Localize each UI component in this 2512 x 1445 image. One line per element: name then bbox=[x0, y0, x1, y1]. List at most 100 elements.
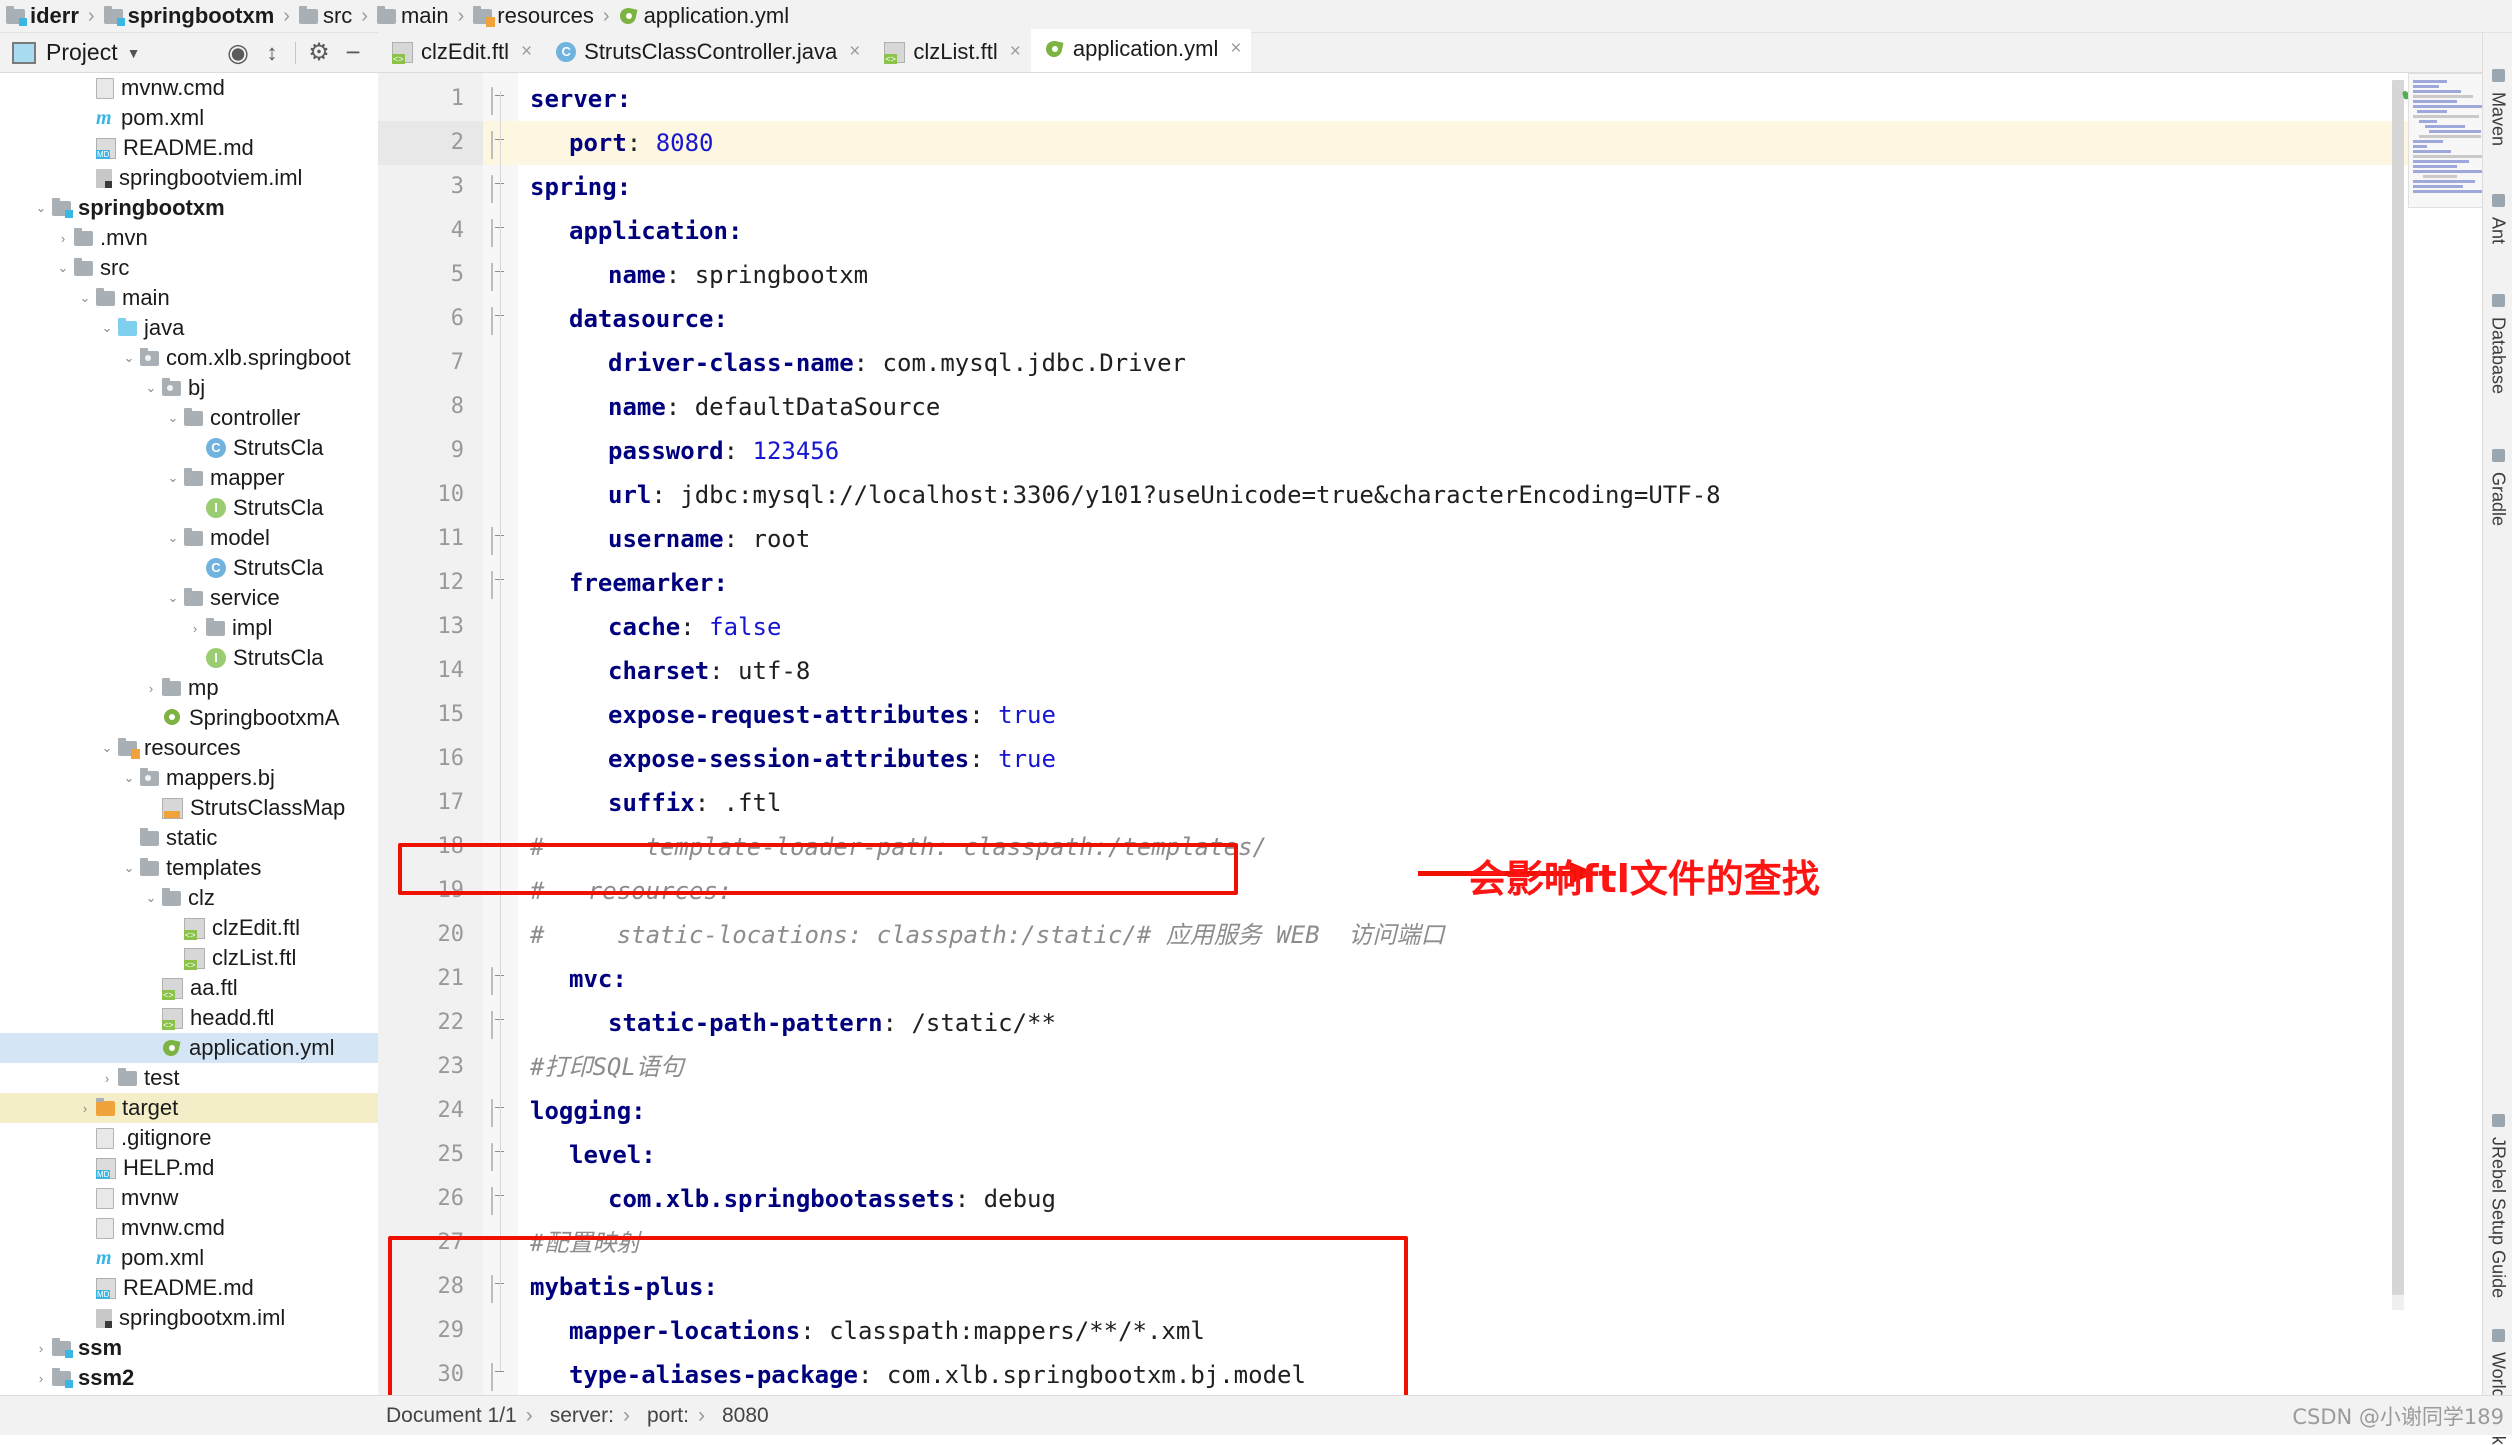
chevron-down-icon[interactable]: ⌄ bbox=[118, 860, 140, 876]
tree-item-templates[interactable]: ⌄templates bbox=[0, 853, 378, 883]
fold-toggle-icon[interactable] bbox=[491, 1144, 511, 1164]
fold-toggle-icon[interactable] bbox=[491, 132, 511, 152]
chevron-down-icon[interactable]: ⌄ bbox=[52, 260, 74, 276]
tree-item-main[interactable]: ⌄main bbox=[0, 283, 378, 313]
code-line[interactable]: 12freemarker: bbox=[378, 561, 2512, 605]
tree-item-readme-md[interactable]: ·README.md bbox=[0, 133, 378, 163]
editor-tab-clzedit-ftl[interactable]: clzEdit.ftl× bbox=[378, 32, 542, 72]
tree-item-model[interactable]: ⌄model bbox=[0, 523, 378, 553]
code-line[interactable]: 9password: 123456 bbox=[378, 429, 2512, 473]
chevron-down-icon[interactable]: ⌄ bbox=[162, 470, 184, 486]
tree-item-mvnw-cmd[interactable]: ·mvnw.cmd bbox=[0, 73, 378, 103]
tree-item-pom-xml[interactable]: ·mpom.xml bbox=[0, 103, 378, 133]
code-line[interactable]: 25level: bbox=[378, 1133, 2512, 1177]
tree-item-pom-xml[interactable]: ·mpom.xml bbox=[0, 1243, 378, 1273]
editor-scrollbar-thumb[interactable] bbox=[2392, 80, 2404, 1295]
tree-item-springbootxm-iml[interactable]: ·springbootxm.iml bbox=[0, 1303, 378, 1333]
fold-toggle-icon[interactable] bbox=[491, 968, 511, 988]
close-icon[interactable]: × bbox=[1010, 41, 1021, 63]
chevron-right-icon[interactable]: › bbox=[74, 1101, 96, 1116]
tree-item-clz[interactable]: ⌄clz bbox=[0, 883, 378, 913]
code-line[interactable]: 10url: jdbc:mysql://localhost:3306/y101?… bbox=[378, 473, 2512, 517]
chevron-right-icon[interactable]: › bbox=[30, 1371, 52, 1386]
breadcrumb-item-resources[interactable]: resources bbox=[471, 0, 596, 33]
right-toolbar-item-database[interactable]: Database bbox=[2483, 288, 2512, 394]
code-line[interactable]: 1server: bbox=[378, 77, 2512, 121]
code-line[interactable]: 3spring: bbox=[378, 165, 2512, 209]
code-line[interactable]: 13cache: false bbox=[378, 605, 2512, 649]
tree-item-impl[interactable]: ›impl bbox=[0, 613, 378, 643]
right-toolbar-item-ant[interactable]: Ant bbox=[2483, 188, 2512, 244]
code-line[interactable]: 24logging: bbox=[378, 1089, 2512, 1133]
status-part[interactable]: 8080 bbox=[722, 1404, 769, 1428]
code-line[interactable]: 6datasource: bbox=[378, 297, 2512, 341]
editor-tab-strutsclasscontroller-java[interactable]: CStrutsClassController.java× bbox=[542, 32, 870, 72]
status-part[interactable]: Document 1/1 bbox=[386, 1404, 517, 1428]
tree-item--mvn[interactable]: ›.mvn bbox=[0, 223, 378, 253]
chevron-down-icon[interactable]: ⌄ bbox=[162, 590, 184, 606]
chevron-down-icon[interactable]: ⌄ bbox=[140, 380, 162, 396]
chevron-down-icon[interactable]: ⌄ bbox=[118, 350, 140, 366]
tree-item-strutscla[interactable]: ·IStrutsCla bbox=[0, 493, 378, 523]
chevron-down-icon[interactable]: ⌄ bbox=[96, 740, 118, 756]
code-line[interactable]: 5name: springbootxm bbox=[378, 253, 2512, 297]
tree-item--gitignore[interactable]: ·.gitignore bbox=[0, 1123, 378, 1153]
tree-item-mvnw-cmd[interactable]: ·mvnw.cmd bbox=[0, 1213, 378, 1243]
tree-item-ssm[interactable]: ›ssm bbox=[0, 1333, 378, 1363]
fold-toggle-icon[interactable] bbox=[491, 1100, 511, 1120]
tree-item-springbootxm[interactable]: ⌄springbootxm bbox=[0, 193, 378, 223]
editor-tabs[interactable]: clzEdit.ftl×CStrutsClassController.java×… bbox=[378, 33, 2512, 73]
chevron-down-icon[interactable]: ⌄ bbox=[118, 770, 140, 786]
fold-toggle-icon[interactable] bbox=[491, 1188, 511, 1208]
close-icon[interactable]: × bbox=[521, 41, 532, 63]
tree-item-service[interactable]: ⌄service bbox=[0, 583, 378, 613]
code-line[interactable]: 2port: 8080 bbox=[378, 121, 2512, 165]
chevron-down-icon[interactable]: ⌄ bbox=[162, 530, 184, 546]
fold-toggle-icon[interactable] bbox=[491, 1012, 511, 1032]
tree-item-strutsclassmap[interactable]: ·StrutsClassMap bbox=[0, 793, 378, 823]
code-line[interactable]: 17suffix: .ftl bbox=[378, 781, 2512, 825]
fold-toggle-icon[interactable] bbox=[491, 264, 511, 284]
breadcrumb-item-iderr[interactable]: iderr bbox=[4, 0, 81, 33]
tree-item-static[interactable]: ·static bbox=[0, 823, 378, 853]
chevron-down-icon[interactable]: ⌄ bbox=[96, 320, 118, 336]
code-line[interactable]: 15expose-request-attributes: true bbox=[378, 693, 2512, 737]
tree-item-resources[interactable]: ⌄resources bbox=[0, 733, 378, 763]
fold-toggle-icon[interactable] bbox=[491, 308, 511, 328]
editor-tab-clzlist-ftl[interactable]: clzList.ftl× bbox=[870, 32, 1030, 72]
tree-item-readme-md[interactable]: ·README.md bbox=[0, 1273, 378, 1303]
tree-item-mapper[interactable]: ⌄mapper bbox=[0, 463, 378, 493]
breadcrumb-item-springbootxm[interactable]: springbootxm bbox=[102, 0, 277, 33]
tree-item-test[interactable]: ›test bbox=[0, 1063, 378, 1093]
chevron-down-icon[interactable]: ▼ bbox=[127, 45, 141, 61]
tree-item-application-yml[interactable]: ·application.yml bbox=[0, 1033, 378, 1063]
tree-item-springbootxma[interactable]: ·SpringbootxmA bbox=[0, 703, 378, 733]
chevron-down-icon[interactable]: ⌄ bbox=[162, 410, 184, 426]
code-line[interactable]: 16expose-session-attributes: true bbox=[378, 737, 2512, 781]
fold-toggle-icon[interactable] bbox=[491, 220, 511, 240]
code-line[interactable]: 22static-path-pattern: /static/** bbox=[378, 1001, 2512, 1045]
settings-gear-icon[interactable]: ⚙ bbox=[302, 36, 336, 70]
chevron-down-icon[interactable]: ⌄ bbox=[30, 200, 52, 216]
tree-item-clzedit-ftl[interactable]: ·clzEdit.ftl bbox=[0, 913, 378, 943]
tree-item-mp[interactable]: ›mp bbox=[0, 673, 378, 703]
fold-toggle-icon[interactable] bbox=[491, 572, 511, 592]
code-line[interactable]: 26com.xlb.springbootassets: debug bbox=[378, 1177, 2512, 1221]
code-line[interactable]: 8name: defaultDataSource bbox=[378, 385, 2512, 429]
code-line[interactable]: 11username: root bbox=[378, 517, 2512, 561]
code-line[interactable]: 7driver-class-name: com.mysql.jdbc.Drive… bbox=[378, 341, 2512, 385]
breadcrumb-item-src[interactable]: src bbox=[297, 0, 354, 33]
locate-icon[interactable]: ◉ bbox=[221, 36, 255, 70]
tree-item-mvnw[interactable]: ·mvnw bbox=[0, 1183, 378, 1213]
project-tree[interactable]: ·mvnw.cmd·mpom.xml·README.md·springbootv… bbox=[0, 73, 378, 1435]
right-toolbar-item-jrebel-setup-guide[interactable]: JRebel Setup Guide bbox=[2483, 1108, 2512, 1298]
tree-item-help-md[interactable]: ·HELP.md bbox=[0, 1153, 378, 1183]
status-part[interactable]: server: bbox=[550, 1404, 614, 1428]
tree-item-controller[interactable]: ⌄controller bbox=[0, 403, 378, 433]
chevron-right-icon[interactable]: › bbox=[30, 1341, 52, 1356]
tree-item-com-xlb-springboot[interactable]: ⌄com.xlb.springboot bbox=[0, 343, 378, 373]
right-toolbar-item-maven[interactable]: Maven bbox=[2483, 63, 2512, 146]
right-toolbar-item-gradle[interactable]: Gradle bbox=[2483, 443, 2512, 526]
close-icon[interactable]: × bbox=[849, 41, 860, 63]
code-line[interactable]: 21mvc: bbox=[378, 957, 2512, 1001]
